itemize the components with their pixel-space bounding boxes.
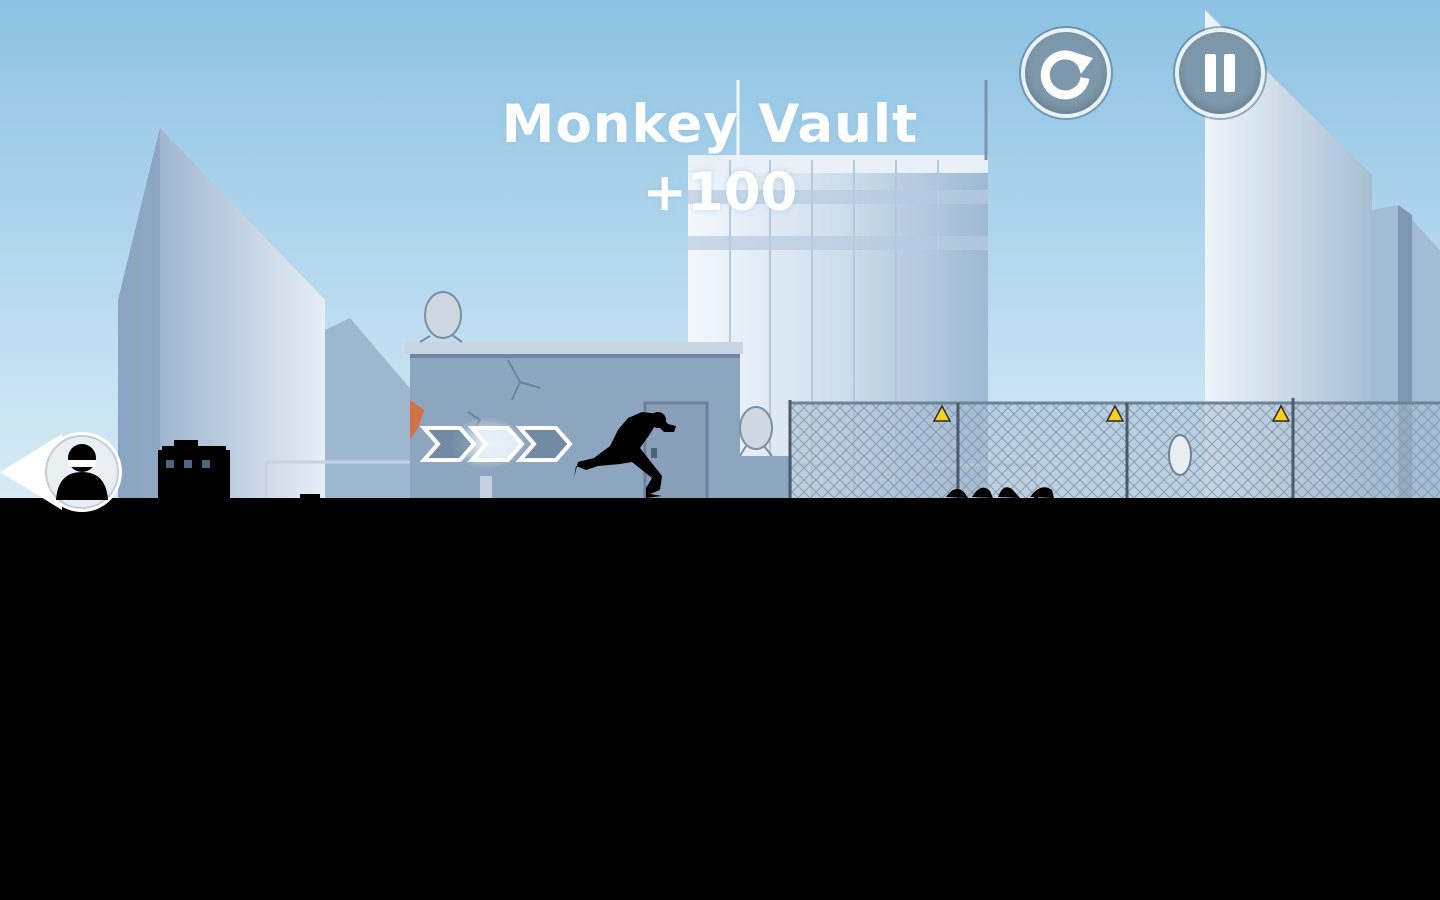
pause-icon xyxy=(1205,54,1235,92)
game-scene: Monkey Vault +100 xyxy=(0,0,1440,900)
pause-button[interactable] xyxy=(1175,28,1265,118)
restart-icon xyxy=(1040,50,1093,100)
trick-name-label: Monkey Vault xyxy=(501,94,919,155)
hunter-head-icon xyxy=(0,432,122,512)
restart-button[interactable] xyxy=(1021,28,1111,118)
trick-points-label: +100 xyxy=(642,162,798,223)
